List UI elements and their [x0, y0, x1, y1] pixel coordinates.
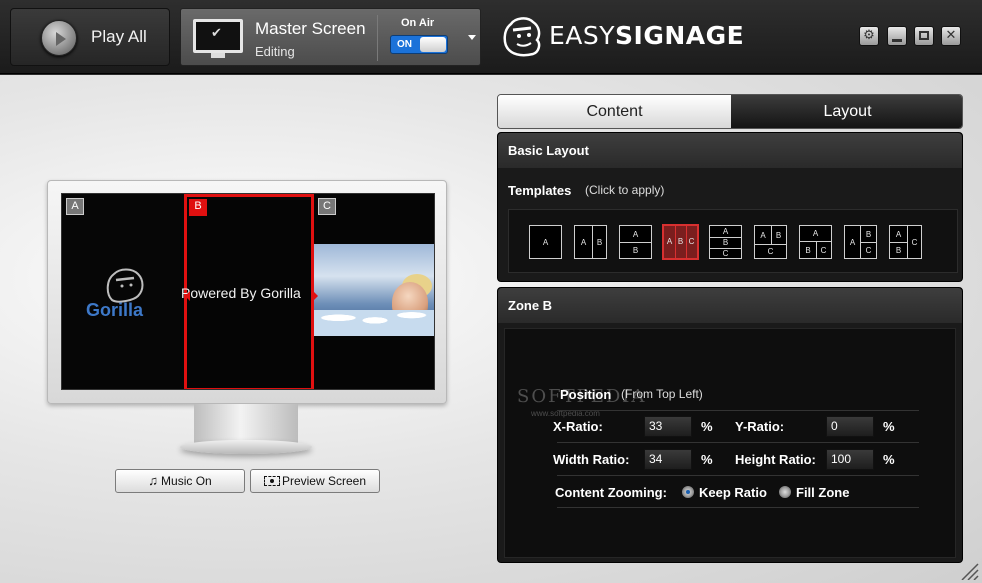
- zone-tag-c: C: [318, 198, 336, 215]
- minimize-button[interactable]: [887, 26, 907, 46]
- zone-c[interactable]: C: [314, 194, 434, 389]
- music-on-label: Music On: [161, 474, 212, 488]
- layout-display: A Gorilla C B Powered By Gorilla: [61, 193, 435, 390]
- y-ratio-input[interactable]: 0: [826, 416, 874, 437]
- monitor-preview: A Gorilla C B Powered By Gorilla: [47, 180, 447, 404]
- brand-text-light: EASY: [549, 21, 616, 50]
- monitor-base: [180, 440, 312, 454]
- template-a[interactable]: A: [529, 225, 562, 259]
- template-a-b-horizontal[interactable]: A B: [619, 225, 652, 259]
- tab-bar: Content Layout: [497, 94, 963, 129]
- height-ratio-label: Height Ratio:: [735, 452, 816, 467]
- preview-screen-label: Preview Screen: [281, 474, 367, 488]
- template-ab-over-c[interactable]: A B C: [754, 225, 787, 259]
- gorilla-logo-icon: [503, 17, 541, 57]
- monitor-stand: [194, 404, 298, 444]
- zone-tag-b: B: [189, 199, 207, 216]
- resize-grip-icon[interactable]: [958, 560, 980, 580]
- gorilla-wordmark: Gorilla: [86, 300, 144, 320]
- close-button[interactable]: ✕: [941, 26, 961, 46]
- resize-left-handle[interactable]: [185, 291, 190, 301]
- play-all-button[interactable]: Play All: [10, 8, 170, 66]
- close-icon: ✕: [945, 28, 957, 43]
- position-label: Position: [560, 387, 612, 402]
- width-ratio-percent: %: [701, 452, 713, 467]
- top-toolbar: Play All ✔ Master Screen Editing On Air …: [0, 0, 982, 74]
- brand-text-bold: SIGNAGE: [615, 21, 745, 50]
- screen-title: Master Screen: [255, 19, 366, 38]
- basic-layout-title: Basic Layout: [498, 133, 962, 168]
- settings-button[interactable]: ⚙: [859, 26, 879, 46]
- screen-selector[interactable]: ✔ Master Screen Editing On Air ON: [180, 8, 481, 66]
- height-ratio-percent: %: [883, 452, 895, 467]
- zone-tag-a: A: [66, 198, 84, 215]
- zone-b-text: Powered By Gorilla: [181, 285, 301, 301]
- zone-panel-title: Zone B: [498, 288, 962, 323]
- width-ratio-input[interactable]: 34: [644, 449, 692, 470]
- screen-status: Editing: [255, 44, 295, 59]
- preview-icon: [263, 476, 280, 486]
- x-ratio-percent: %: [701, 419, 713, 434]
- template-a-over-bc[interactable]: A B C: [799, 225, 832, 259]
- on-air-toggle[interactable]: ON: [390, 35, 448, 54]
- resize-right-handle[interactable]: [313, 291, 318, 301]
- main-area: A Gorilla C B Powered By Gorilla ♫ Music…: [0, 75, 982, 583]
- dropdown-arrow-icon[interactable]: [468, 35, 476, 40]
- play-icon: [41, 20, 77, 56]
- content-zooming-label: Content Zooming:: [555, 485, 667, 500]
- templates-strip: A A B A B A B C A B C A B C A B C A B C …: [508, 209, 958, 273]
- basic-layout-panel: Basic Layout Templates (Click to apply) …: [497, 132, 963, 282]
- zone-c-image: [314, 244, 434, 336]
- template-a-b-vertical[interactable]: A B: [574, 225, 607, 259]
- music-note-icon: ♫: [148, 473, 159, 488]
- y-ratio-label: Y-Ratio:: [735, 419, 785, 434]
- music-on-button[interactable]: ♫ Music On: [115, 469, 245, 493]
- templates-label: Templates: [508, 183, 572, 198]
- brand-logo: EASYSIGNAGE: [497, 10, 744, 62]
- on-air-label: On Air: [401, 17, 435, 29]
- divider: [377, 15, 378, 61]
- toggle-knob: [420, 37, 446, 52]
- zone-settings-body: SOFTPEDIA www.softpedia.com Position (Fr…: [504, 328, 956, 558]
- zone-b-selected[interactable]: B Powered By Gorilla: [181, 194, 318, 389]
- template-a-left-bc-right[interactable]: A B C: [844, 225, 877, 259]
- toggle-on-text: ON: [397, 39, 412, 50]
- keep-ratio-radio[interactable]: [682, 486, 694, 498]
- template-ab-left-c-right[interactable]: A B C: [889, 225, 922, 259]
- width-ratio-label: Width Ratio:: [553, 452, 630, 467]
- play-all-label: Play All: [91, 27, 147, 46]
- position-hint: (From Top Left): [621, 387, 703, 401]
- maximize-icon: [919, 31, 929, 40]
- keep-ratio-label[interactable]: Keep Ratio: [699, 485, 767, 500]
- fill-zone-radio[interactable]: [779, 486, 791, 498]
- height-ratio-input[interactable]: 100: [826, 449, 874, 470]
- zone-settings-panel: Zone B SOFTPEDIA www.softpedia.com Posit…: [497, 287, 963, 563]
- maximize-button[interactable]: [914, 26, 934, 46]
- tab-content[interactable]: Content: [498, 95, 731, 128]
- preview-screen-button[interactable]: Preview Screen: [250, 469, 380, 493]
- y-ratio-percent: %: [883, 419, 895, 434]
- x-ratio-input[interactable]: 33: [644, 416, 692, 437]
- x-ratio-label: X-Ratio:: [553, 419, 603, 434]
- gear-icon: ⚙: [863, 28, 875, 43]
- template-a-b-c-rows[interactable]: A B C: [709, 225, 742, 259]
- monitor-icon: ✔: [193, 19, 243, 53]
- zone-a[interactable]: A Gorilla: [62, 194, 184, 389]
- minimize-icon: [892, 39, 902, 42]
- templates-hint: (Click to apply): [585, 183, 665, 197]
- tab-layout[interactable]: Layout: [731, 95, 962, 128]
- template-a-b-c-columns-selected[interactable]: A B C: [662, 224, 699, 260]
- fill-zone-label[interactable]: Fill Zone: [796, 485, 849, 500]
